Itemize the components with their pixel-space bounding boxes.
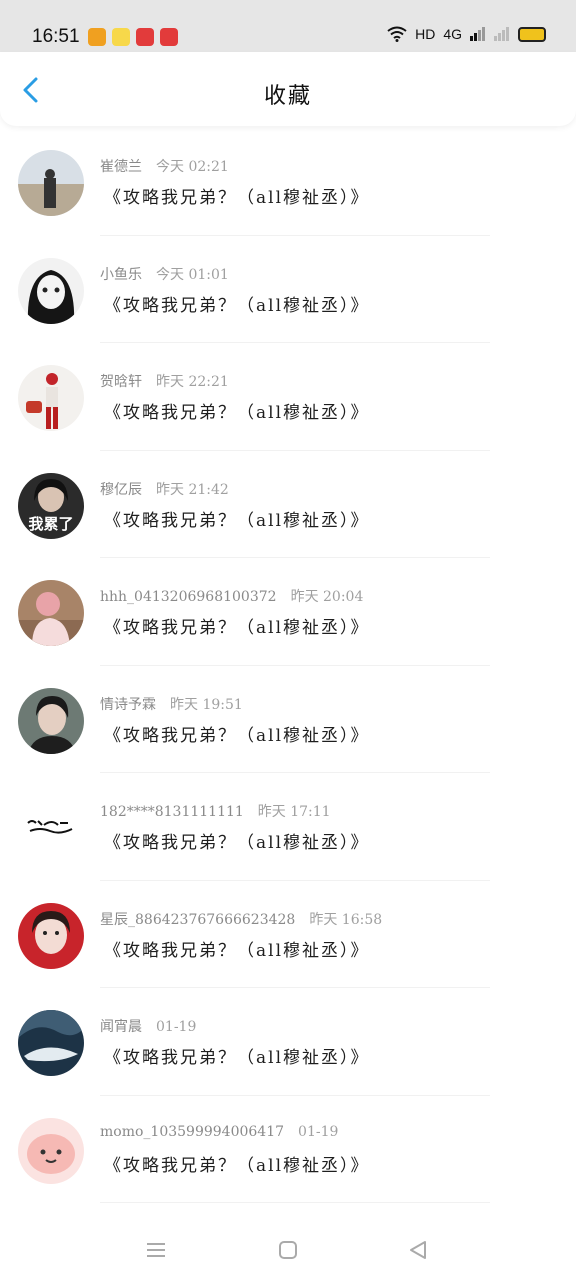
notification-app-icon (88, 28, 106, 46)
list-item[interactable]: 贺晗轩 昨天 22:21 《攻略我兄弟？（all穆祉丞）》 (0, 343, 576, 451)
post-title[interactable]: 《攻略我兄弟？（all穆祉丞）》 (104, 613, 370, 638)
author-line: 崔德兰 今天 02:21 (100, 156, 229, 176)
author-line: 182****8131111111 昨天 17:11 (100, 801, 331, 821)
avatar[interactable] (18, 687, 84, 754)
avatar-caption: 我累了 (28, 515, 73, 533)
status-time: 16:51 (32, 26, 80, 47)
author-name: hhh_0413206968100372 (100, 589, 277, 605)
author-name: 崔德兰 (100, 159, 142, 175)
author-line: 星辰_886423767666623428 昨天 16:58 (100, 909, 382, 929)
list-item[interactable]: 182****8131111111 昨天 17:11 《攻略我兄弟？（all穆祉丞… (0, 773, 576, 881)
notification-app-icon (136, 28, 154, 46)
author-name: momo_103599994006417 (100, 1123, 285, 1140)
avatar[interactable] (18, 257, 84, 324)
author-line: 小鱼乐 今天 01:01 (100, 264, 229, 284)
timestamp: 昨天 21:42 (156, 481, 229, 498)
author-name: 穆亿辰 (100, 481, 142, 498)
author-line: 贺晗轩 昨天 22:21 (100, 371, 229, 391)
post-title[interactable]: 《攻略我兄弟？（all穆祉丞）》 (104, 828, 370, 853)
post-title[interactable]: 《攻略我兄弟？（all穆祉丞）》 (104, 398, 370, 423)
timestamp: 昨天 20:04 (290, 589, 364, 605)
list-item[interactable]: 星辰_886423767666623428 昨天 16:58 《攻略我兄弟？（al… (0, 881, 576, 988)
notification-app-icon (112, 28, 130, 46)
avatar[interactable] (18, 1010, 84, 1076)
timestamp: 01-19 (156, 1019, 197, 1035)
avatar[interactable] (18, 1117, 84, 1184)
timestamp: 今天 01:01 (156, 266, 229, 283)
author-name: 星辰_886423767666623428 (100, 911, 296, 928)
notification-app-icon (160, 28, 178, 46)
avatar[interactable] (18, 365, 84, 431)
back-triangle-icon[interactable] (404, 1236, 432, 1264)
status-bar: 16:51 HD 4G (0, 0, 576, 52)
battery-icon (518, 26, 546, 42)
author-line: momo_103599994006417 01-19 (100, 1124, 338, 1140)
system-nav-bar (0, 1220, 576, 1280)
menu-icon[interactable] (142, 1236, 170, 1264)
post-title[interactable]: 《攻略我兄弟？（all穆祉丞）》 (104, 1151, 370, 1176)
author-line: 穆亿辰 昨天 21:42 (100, 479, 229, 499)
page-header: 收藏 (0, 52, 576, 126)
author-line: 情诗予霖 昨天 19:51 (100, 694, 243, 714)
list-item[interactable]: 闻宵晨 01-19 《攻略我兄弟？（all穆祉丞）》 (0, 988, 576, 1096)
post-title[interactable]: 《攻略我兄弟？（all穆祉丞）》 (104, 183, 370, 208)
avatar[interactable] (18, 902, 84, 969)
wifi-icon (387, 26, 407, 42)
list-item[interactable]: 情诗予霖 昨天 19:51 《攻略我兄弟？（all穆祉丞）》 (0, 666, 576, 773)
network-label: HD (415, 26, 436, 42)
avatar[interactable]: 我累了 (18, 472, 84, 539)
author-line: 闻宵晨 01-19 (100, 1016, 196, 1036)
post-title[interactable]: 《攻略我兄弟？（all穆祉丞）》 (104, 936, 370, 961)
divider (100, 1202, 490, 1203)
page-title: 收藏 (263, 84, 312, 109)
list-item[interactable]: hhh_0413206968100372 昨天 20:04 《攻略我兄弟？（all… (0, 558, 576, 666)
favorites-list: 崔德兰 今天 02:21 《攻略我兄弟？（all穆祉丞）》 小鱼乐 今天 01:01… (0, 128, 576, 1203)
avatar[interactable] (18, 150, 84, 216)
timestamp: 今天 02:21 (156, 159, 229, 175)
signal-icon (470, 27, 485, 41)
timestamp: 01-19 (298, 1123, 339, 1140)
post-title[interactable]: 《攻略我兄弟？（all穆祉丞）》 (104, 721, 370, 746)
list-item[interactable]: 小鱼乐 今天 01:01 《攻略我兄弟？（all穆祉丞）》 (0, 236, 576, 343)
post-title[interactable]: 《攻略我兄弟？（all穆祉丞）》 (104, 291, 370, 316)
signal-label: 4G (443, 26, 462, 42)
home-square-icon[interactable] (274, 1236, 302, 1264)
avatar[interactable] (18, 795, 84, 861)
signal-icon (494, 27, 509, 41)
author-name: 182****8131111111 (100, 804, 244, 820)
author-name: 情诗予霖 (100, 696, 156, 713)
timestamp: 昨天 22:21 (156, 374, 229, 390)
author-name: 贺晗轩 (100, 374, 142, 390)
system-icons: HD 4G (387, 26, 546, 42)
post-title[interactable]: 《攻略我兄弟？（all穆祉丞）》 (104, 506, 370, 531)
list-item[interactable]: 我累了 穆亿辰 昨天 21:42 《攻略我兄弟？（all穆祉丞）》 (0, 451, 576, 558)
author-line: hhh_0413206968100372 昨天 20:04 (100, 586, 363, 606)
list-item[interactable]: 崔德兰 今天 02:21 《攻略我兄弟？（all穆祉丞）》 (0, 128, 576, 236)
post-title[interactable]: 《攻略我兄弟？（all穆祉丞）》 (104, 1043, 370, 1068)
timestamp: 昨天 17:11 (257, 804, 331, 820)
timestamp: 昨天 19:51 (170, 696, 243, 713)
timestamp: 昨天 16:58 (309, 911, 383, 928)
avatar[interactable] (18, 580, 84, 646)
author-name: 小鱼乐 (100, 266, 142, 283)
author-name: 闻宵晨 (100, 1019, 142, 1035)
list-item[interactable]: momo_103599994006417 01-19 《攻略我兄弟？（all穆祉丞… (0, 1096, 576, 1203)
